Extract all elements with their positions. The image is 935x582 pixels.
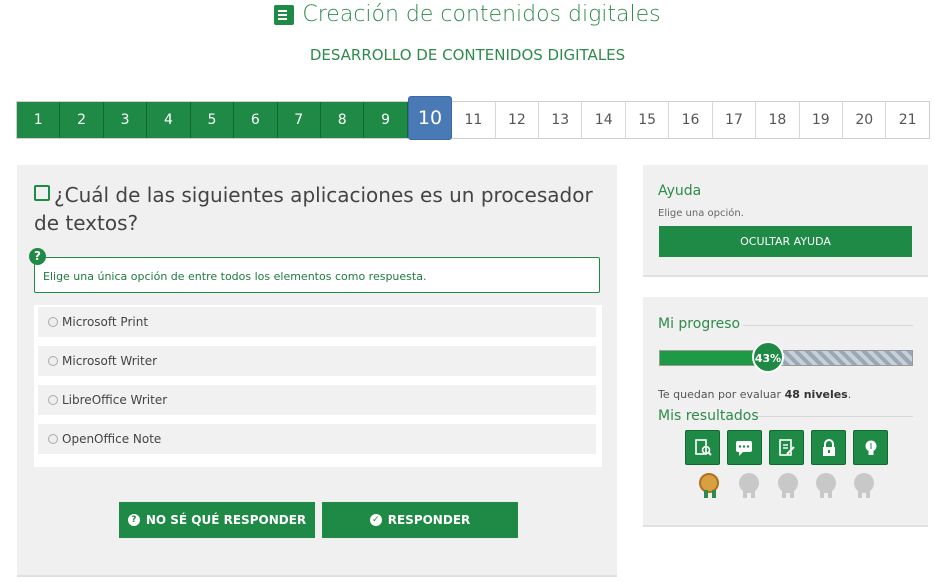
level-item[interactable]: 17 [712,102,757,138]
progress-panel: Mi progreso 43% Te quedan por evaluar 48… [643,297,928,527]
document-edit-icon [274,4,295,25]
options-list: Microsoft Print Microsoft Writer LibreOf… [34,305,602,467]
page-title: Creación de contenidos digitales [0,2,935,27]
page-title-text: Creación de contenidos digitales [302,2,661,27]
level-item[interactable]: 21 [886,102,929,138]
checkbox-icon [34,185,50,201]
option-item[interactable]: Microsoft Print [38,307,596,337]
question-title: ¿Cuál de las siguientes aplicaciones es … [34,181,594,237]
level-item[interactable]: 3 [103,102,148,138]
level-current[interactable]: 10 [407,96,453,140]
level-item[interactable]: 1 [17,102,61,138]
gold-medal-icon [699,473,719,498]
radio-icon[interactable] [48,317,58,327]
grey-medal-icon [739,473,759,498]
question-panel: ¿Cuál de las siguientes aplicaciones es … [17,165,617,577]
lightbulb-icon[interactable] [853,430,888,465]
answer-button[interactable]: ✓ RESPONDER [322,502,518,538]
hint-text: Elige una única opción de entre todos lo… [43,270,427,283]
level-item[interactable]: 18 [756,102,800,138]
help-panel: Ayuda Elige una opción. OCULTAR AYUDA [643,165,928,277]
hide-help-button[interactable]: OCULTAR AYUDA [659,226,912,257]
edit-document-icon[interactable] [769,430,804,465]
option-label: Microsoft Print [62,315,149,329]
level-item[interactable]: 9 [364,102,408,138]
option-label: LibreOffice Writer [62,393,168,407]
grey-medal-icon [816,473,836,498]
dont-know-button[interactable]: ? NO SÉ QUÉ RESPONDER [119,502,315,538]
level-item[interactable]: 19 [799,102,844,138]
level-item[interactable]: 6 [234,102,278,138]
grey-medal-icon [778,473,798,498]
option-label: Microsoft Writer [62,354,158,368]
level-item[interactable]: 16 [669,102,713,138]
divider [758,416,913,417]
divider [743,325,913,326]
radio-icon[interactable] [48,356,58,366]
remaining-value: 48 niveles [784,388,848,401]
chat-icon[interactable] [727,430,762,465]
option-item[interactable]: Microsoft Writer [38,346,596,376]
level-item[interactable]: 13 [539,102,583,138]
level-item[interactable]: 4 [147,102,191,138]
dont-know-label: NO SÉ QUÉ RESPONDER [145,513,307,527]
level-navigation: 1 2 3 4 5 6 7 8 9 10 11 12 13 14 15 16 17 18 19 20 21 [16,96,930,140]
results-title: Mis resultados [658,408,759,424]
page-subtitle: DESARROLLO DE CONTENIDOS DIGITALES [309,46,626,64]
hint-box: ? Elige una única opción de entre todos … [29,248,600,293]
option-item[interactable]: LibreOffice Writer [38,385,596,415]
question-text: ¿Cuál de las siguientes aplicaciones es … [34,183,593,235]
check-circle-icon: ✓ [369,514,382,526]
help-title: Ayuda [658,183,702,199]
level-item[interactable]: 12 [495,102,540,138]
radio-icon[interactable] [48,434,58,444]
radio-icon[interactable] [48,395,58,405]
level-item[interactable]: 2 [60,102,104,138]
level-item[interactable]: 15 [625,102,670,138]
level-item[interactable]: 5 [190,102,235,138]
level-item[interactable]: 14 [582,102,626,138]
search-document-icon[interactable] [685,430,720,465]
level-item[interactable]: 20 [843,102,887,138]
option-label: OpenOffice Note [62,432,162,446]
progress-percent: 43% [752,341,784,373]
grey-medal-icon [854,473,874,498]
remaining-text: Te quedan por evaluar 48 niveles. [658,388,851,401]
help-text: Elige una opción. [658,208,744,219]
option-item[interactable]: OpenOffice Note [38,424,596,454]
progress-title: Mi progreso [658,316,741,332]
answer-label: RESPONDER [387,513,471,527]
progress-bar [659,350,913,366]
question-circle-icon: ? [127,514,140,526]
remaining-prefix: Te quedan por evaluar [658,388,782,401]
level-item[interactable]: 11 [452,102,496,138]
question-mark-icon: ? [29,248,46,265]
remaining-suffix: . [847,388,852,401]
lock-icon[interactable] [811,430,846,465]
level-item[interactable]: 7 [277,102,321,138]
level-item[interactable]: 8 [320,102,365,138]
